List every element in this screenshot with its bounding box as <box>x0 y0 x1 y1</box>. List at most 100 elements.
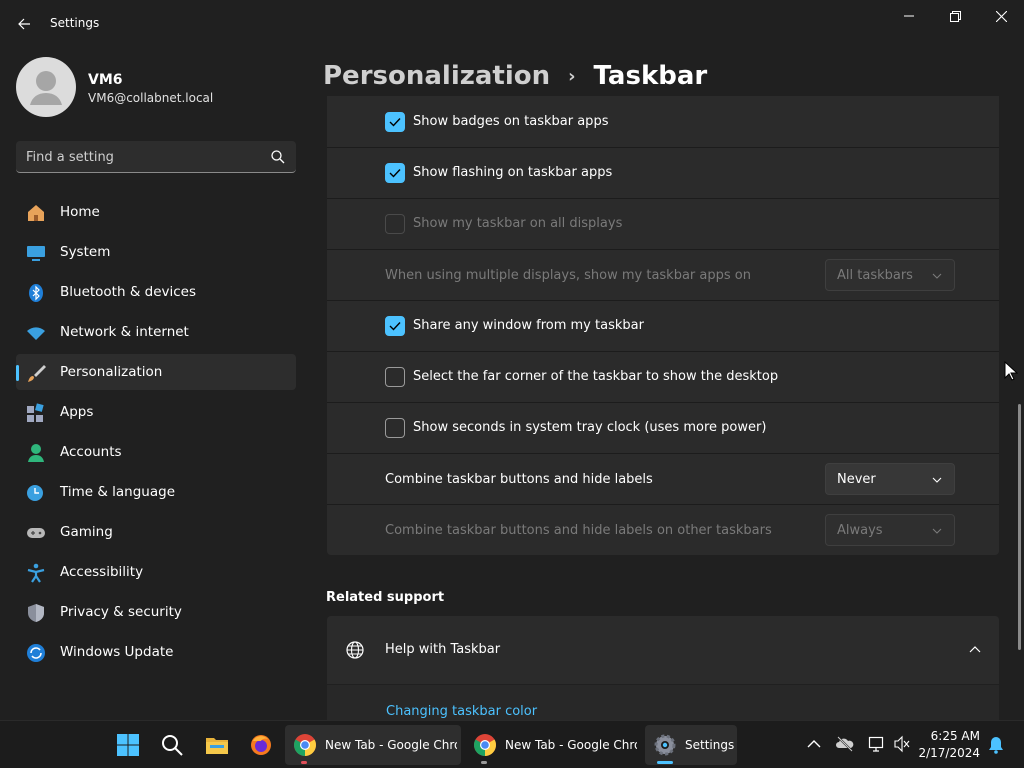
sidebar-item-windows-update[interactable]: Windows Update <box>16 634 296 670</box>
globe-icon <box>346 641 364 659</box>
setting-row-show-flashing[interactable]: Show flashing on taskbar apps <box>327 148 999 199</box>
setting-label: Select the far corner of the taskbar to … <box>413 369 779 384</box>
sidebar-item-personalization[interactable]: Personalization <box>16 354 296 390</box>
setting-label: Show flashing on taskbar apps <box>413 165 613 180</box>
sidebar-item-apps[interactable]: Apps <box>16 394 296 430</box>
show-seconds-checkbox[interactable] <box>385 418 405 438</box>
taskbar-app-settings[interactable]: Settings <box>645 725 737 765</box>
search-input[interactable] <box>26 147 256 167</box>
setting-label: Combine taskbar buttons and hide labels <box>385 472 653 487</box>
setting-label: When using multiple displays, show my ta… <box>385 268 751 283</box>
close-icon <box>995 10 1007 22</box>
search-icon <box>162 735 183 756</box>
setting-row-far-corner[interactable]: Select the far corner of the taskbar to … <box>327 352 999 403</box>
dropdown-value: All taskbars <box>837 268 913 283</box>
search-box[interactable] <box>16 141 296 173</box>
avatar[interactable] <box>16 57 76 117</box>
chrome-icon <box>474 734 496 756</box>
taskbar-app-chrome-2[interactable]: New Tab - Google Chrome <box>465 725 641 765</box>
sidebar-item-gaming[interactable]: Gaming <box>16 514 296 550</box>
notification-bell-icon[interactable] <box>987 736 1005 754</box>
firefox-button[interactable] <box>242 725 280 765</box>
sidebar-item-label: Apps <box>60 404 94 420</box>
combine-buttons-dropdown[interactable]: Never <box>825 463 955 495</box>
breadcrumb: Personalization › Taskbar <box>323 58 707 94</box>
related-support-heading: Related support <box>326 590 445 605</box>
setting-row-show-badges[interactable]: Show badges on taskbar apps <box>327 96 999 148</box>
wifi-icon <box>27 327 45 340</box>
back-button[interactable] <box>8 8 40 40</box>
chevron-up-icon[interactable] <box>805 735 823 753</box>
minimize-icon <box>904 15 914 17</box>
sidebar-item-time-language[interactable]: Time & language <box>16 474 296 510</box>
start-button[interactable] <box>110 725 146 765</box>
sidebar-item-accessibility[interactable]: Accessibility <box>16 554 296 590</box>
share-window-checkbox[interactable] <box>385 316 405 336</box>
running-indicator <box>481 761 487 764</box>
checkmark-icon <box>389 118 401 127</box>
taskbar-app-chrome-1[interactable]: New Tab - Google Chrome <box>285 725 461 765</box>
page-title: Taskbar <box>593 61 708 91</box>
setting-row-show-seconds[interactable]: Show seconds in system tray clock (uses … <box>327 403 999 454</box>
restore-button[interactable] <box>932 0 978 32</box>
far-corner-checkbox[interactable] <box>385 367 405 387</box>
mouse-cursor-icon <box>1004 361 1018 381</box>
firefox-icon <box>251 735 271 755</box>
user-silhouette-icon <box>30 71 62 105</box>
clock-date[interactable]: 2/17/2024 <box>900 746 980 760</box>
close-button[interactable] <box>978 0 1024 32</box>
active-indicator <box>657 761 673 764</box>
chevron-down-icon <box>932 477 942 483</box>
sidebar-nav: Home System Bluetooth & devices Network … <box>16 194 296 674</box>
all-displays-checkbox[interactable] <box>385 214 405 234</box>
home-icon <box>28 205 44 221</box>
file-explorer-button[interactable] <box>198 725 236 765</box>
onedrive-offline-icon[interactable] <box>836 735 854 753</box>
brush-icon <box>28 365 46 382</box>
gaming-icon <box>27 528 45 538</box>
clock-time[interactable]: 6:25 AM <box>900 729 980 743</box>
sidebar-item-accounts[interactable]: Accounts <box>16 434 296 470</box>
search-taskbar-button[interactable] <box>154 725 190 765</box>
apps-icon <box>27 403 44 422</box>
restore-icon <box>949 10 961 22</box>
checkmark-icon <box>389 169 401 178</box>
sidebar-item-privacy[interactable]: Privacy & security <box>16 594 296 630</box>
setting-row-share-window[interactable]: Share any window from my taskbar <box>327 301 999 352</box>
title-bar: Settings <box>0 0 1024 48</box>
bluetooth-icon <box>29 284 43 302</box>
show-badges-checkbox[interactable] <box>385 112 405 132</box>
sidebar-item-system[interactable]: System <box>16 234 296 270</box>
sidebar-item-home[interactable]: Home <box>16 194 296 230</box>
chevron-down-icon <box>932 273 942 279</box>
setting-row-all-displays: Show my taskbar on all displays <box>327 199 999 250</box>
changing-taskbar-color-link[interactable]: Changing taskbar color <box>386 704 537 719</box>
minimize-button[interactable] <box>886 0 932 32</box>
show-flashing-checkbox[interactable] <box>385 163 405 183</box>
chrome-icon <box>294 734 316 756</box>
chevron-down-icon <box>932 528 942 534</box>
chevron-up-icon[interactable] <box>969 644 981 656</box>
back-arrow-icon <box>18 18 30 30</box>
setting-label: Show my taskbar on all displays <box>413 216 623 231</box>
multiple-displays-dropdown[interactable]: All taskbars <box>825 259 955 291</box>
time-language-icon <box>27 485 43 501</box>
help-expander[interactable]: Help with Taskbar <box>327 616 999 684</box>
windows-logo-icon <box>117 734 139 756</box>
help-content: Changing taskbar color <box>327 685 999 720</box>
search-icon[interactable] <box>270 149 286 165</box>
combine-other-dropdown[interactable]: Always <box>825 514 955 546</box>
user-email: VM6@collabnet.local <box>88 91 214 105</box>
running-indicator <box>301 761 307 764</box>
sidebar-item-label: Network & internet <box>60 324 189 340</box>
setting-label: Combine taskbar buttons and hide labels … <box>385 523 772 538</box>
network-icon[interactable] <box>868 735 886 753</box>
sidebar-item-bluetooth[interactable]: Bluetooth & devices <box>16 274 296 310</box>
sidebar-item-network[interactable]: Network & internet <box>16 314 296 350</box>
sidebar-item-label: System <box>60 244 111 260</box>
scrollbar-thumb[interactable] <box>1018 404 1021 650</box>
sidebar-item-label: Bluetooth & devices <box>60 284 197 300</box>
sidebar-item-label: Accessibility <box>60 564 144 580</box>
breadcrumb-parent[interactable]: Personalization <box>323 61 550 91</box>
checkmark-icon <box>389 322 401 331</box>
